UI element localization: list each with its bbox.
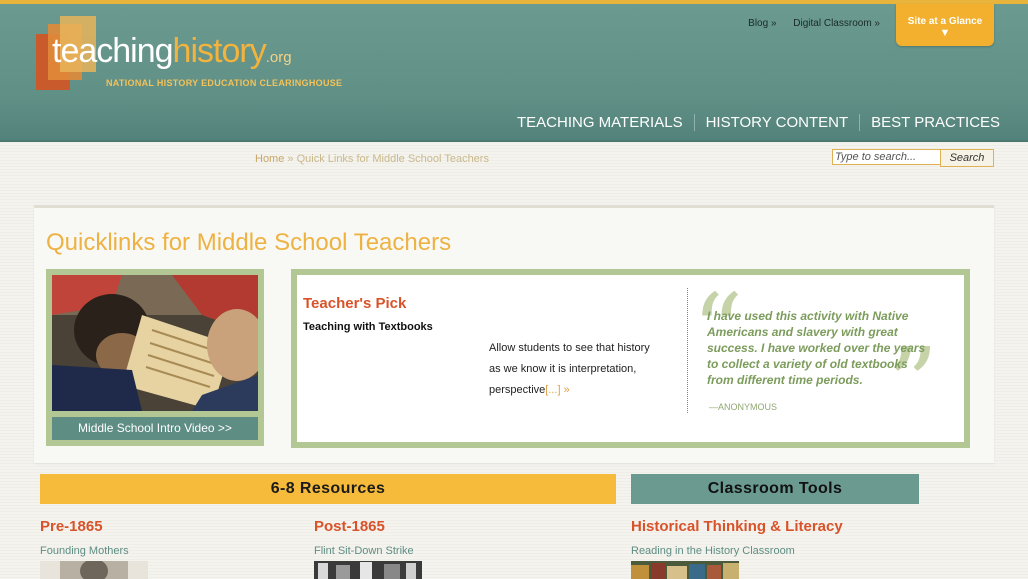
utility-links: Blog » Digital Classroom » <box>734 18 880 29</box>
teachers-pick-description: Allow students to see that history as we… <box>489 338 659 401</box>
chevron-down-icon: ▼ <box>939 27 951 39</box>
nav-best-practices[interactable]: BEST PRACTICES <box>859 114 1011 131</box>
portrait-thumbnail-image <box>40 561 148 579</box>
resources-section-header: 6-8 Resources <box>40 474 616 504</box>
classroom-tools-section-header: Classroom Tools <box>631 474 919 504</box>
founding-mothers-link[interactable]: Founding Mothers <box>40 545 129 557</box>
nav-history-content[interactable]: HISTORY CONTENT <box>693 114 860 131</box>
page-title: Quicklinks for Middle School Teachers <box>46 229 452 256</box>
blog-link[interactable]: Blog » <box>748 18 776 29</box>
bookshelf-photo-image <box>631 561 739 579</box>
testimonial-attribution: —ANONYMOUS <box>709 402 778 412</box>
logo-tagline: NATIONAL HISTORY EDUCATION CLEARINGHOUSE <box>106 78 343 88</box>
students-reading-photo[interactable] <box>52 275 258 411</box>
historical-thinking-heading[interactable]: Historical Thinking & Literacy <box>631 518 843 535</box>
strike-photo-image <box>314 561 422 579</box>
teachers-pick-inner: Teacher's Pick Teaching with Textbooks A… <box>297 275 964 442</box>
breadcrumb-current: Quick Links for Middle School Teachers <box>296 153 489 165</box>
teachers-pick-heading: Teacher's Pick <box>303 295 407 312</box>
logo-suffix: .org <box>265 49 292 66</box>
nav-teaching-materials[interactable]: TEACHING MATERIALS <box>506 114 694 131</box>
logo-word-teaching: teaching <box>52 32 174 70</box>
dotted-divider <box>687 288 688 413</box>
site-logo[interactable]: teachinghistory.org NATIONAL HISTORY EDU… <box>36 14 346 94</box>
reading-classroom-thumbnail[interactable] <box>631 561 739 579</box>
pre-1865-heading[interactable]: Pre-1865 <box>40 518 103 535</box>
search-button[interactable]: Search <box>940 149 994 167</box>
logo-wordmark: teachinghistory.org <box>52 32 292 71</box>
read-more-link[interactable]: [...] » <box>545 384 569 396</box>
digital-classroom-link[interactable]: Digital Classroom » <box>793 18 880 29</box>
site-header: teachinghistory.org NATIONAL HISTORY EDU… <box>0 4 1028 142</box>
search-form: Search <box>832 149 994 167</box>
post-1865-heading[interactable]: Post-1865 <box>314 518 385 535</box>
flint-sit-down-strike-link[interactable]: Flint Sit-Down Strike <box>314 545 414 557</box>
teachers-pick-panel: Teacher's Pick Teaching with Textbooks A… <box>291 269 970 448</box>
founding-mothers-thumbnail[interactable] <box>40 561 148 579</box>
logo-word-history: history <box>172 32 267 70</box>
breadcrumb: Home » Quick Links for Middle School Tea… <box>255 153 489 165</box>
search-input[interactable] <box>832 149 942 165</box>
intro-video-button[interactable]: Middle School Intro Video >> <box>52 417 258 440</box>
site-at-a-glance-label: Site at a Glance <box>907 16 983 27</box>
intro-video-card: Middle School Intro Video >> <box>46 269 264 446</box>
flint-strike-thumbnail[interactable] <box>314 561 422 579</box>
breadcrumb-home-link[interactable]: Home <box>255 153 284 165</box>
reading-in-history-classroom-link[interactable]: Reading in the History Classroom <box>631 545 795 557</box>
teachers-pick-subtitle-link[interactable]: Teaching with Textbooks <box>303 321 433 333</box>
testimonial-quote: I have used this activity with Native Am… <box>707 309 926 387</box>
students-photo-illustration <box>52 275 258 411</box>
breadcrumb-separator: » <box>284 153 297 165</box>
main-nav: TEACHING MATERIALS HISTORY CONTENT BEST PR… <box>506 114 1011 131</box>
site-at-a-glance-button[interactable]: Site at a Glance ▼ <box>896 4 994 46</box>
